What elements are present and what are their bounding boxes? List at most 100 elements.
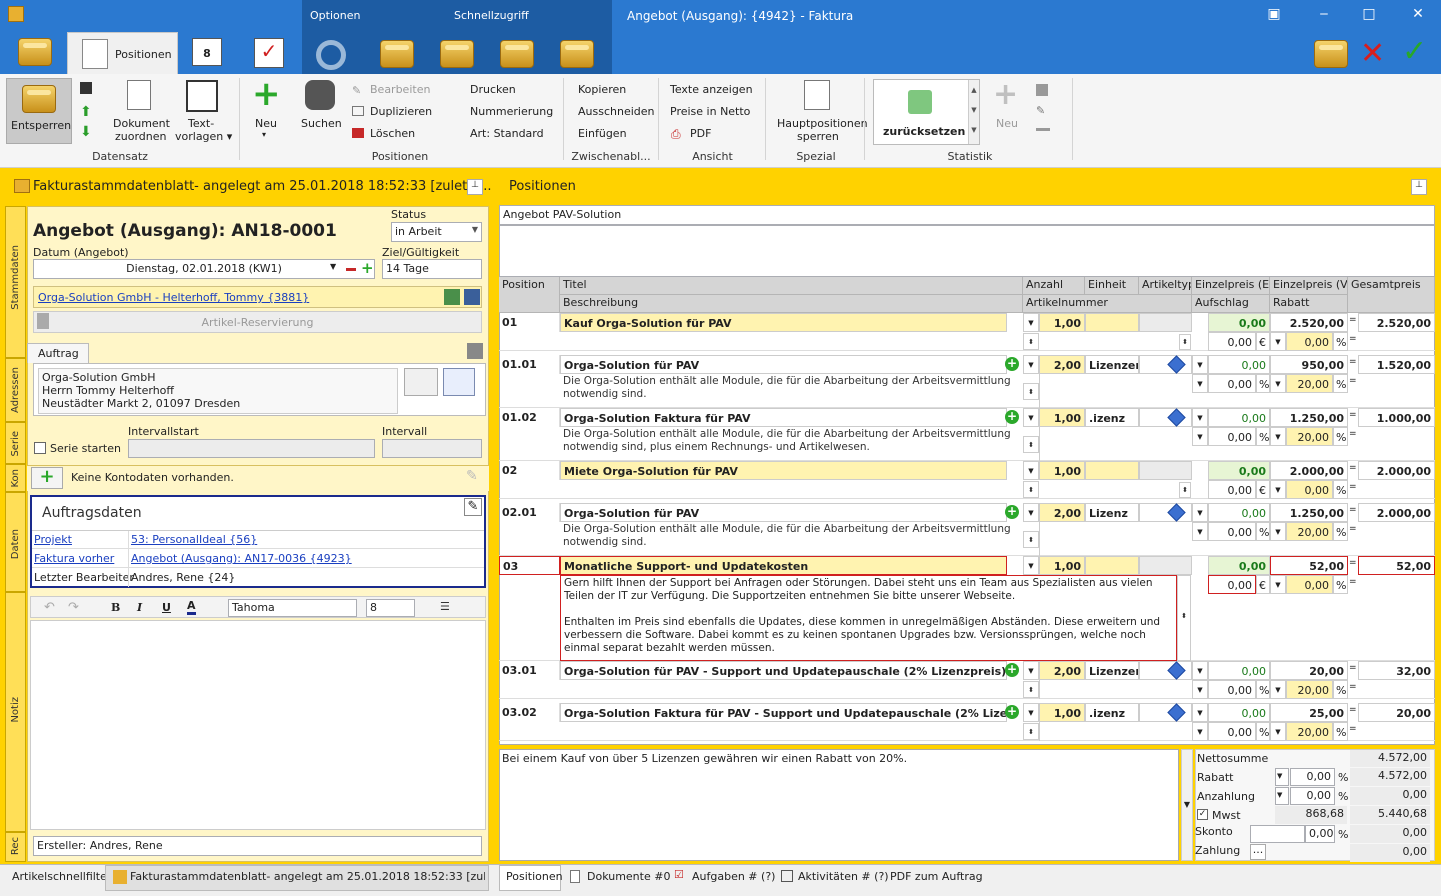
doc-assign-label-1[interactable]: Dokument — [113, 117, 170, 130]
bold-icon[interactable]: B — [111, 601, 120, 614]
tab-positions-bottom-label[interactable]: Positionen — [506, 870, 563, 883]
status-select[interactable]: in Arbeit ▼ — [391, 222, 482, 242]
unit-input[interactable] — [1085, 313, 1139, 332]
edit-position-label[interactable]: Bearbeiten — [370, 83, 430, 96]
add-sub-icon[interactable]: + — [1005, 357, 1019, 371]
position-description[interactable]: Gern hilft Ihnen der Support bei Anfrage… — [560, 575, 1177, 661]
interval-input[interactable] — [382, 439, 482, 458]
position-row[interactable]: 02.01 Orga-Solution für PAV + ▼ 2,00 Lizenz ▼ 0… — [499, 503, 1435, 556]
lock-positions-icon[interactable] — [804, 80, 830, 110]
price-ek-input[interactable]: 0,00 — [1208, 661, 1270, 680]
series-checkbox[interactable] — [34, 442, 46, 454]
col-position[interactable]: Position — [499, 277, 560, 313]
plus-icon[interactable]: + — [252, 77, 282, 111]
save-small-icon[interactable] — [1036, 84, 1048, 96]
underline-icon[interactable]: U — [162, 601, 171, 614]
position-description[interactable] — [560, 480, 1023, 499]
article-number-cell[interactable] — [1039, 374, 1192, 408]
subject-field[interactable]: Angebot PAV-Solution — [499, 205, 1435, 225]
vtab-rec[interactable]: Rec — [5, 832, 26, 862]
price-vk-input[interactable]: 1.250,00 — [1270, 503, 1348, 522]
interval-start-input[interactable] — [128, 439, 375, 458]
position-description[interactable]: Die Orga-Solution enthält alle Module, d… — [560, 427, 1023, 461]
note-editor[interactable] — [30, 620, 486, 830]
date-dropdown-icon[interactable]: ▼ — [330, 262, 336, 271]
description-dropdown[interactable]: ⬍ — [1023, 382, 1039, 400]
surcharge-spin[interactable]: ⬍ — [1179, 482, 1191, 498]
col-surcharge[interactable]: Aufschlag — [1192, 295, 1270, 313]
unit-input[interactable] — [1085, 461, 1139, 480]
lock-main-label-1[interactable]: Hauptpositionen — [777, 117, 868, 130]
add-sub-icon[interactable]: + — [1005, 705, 1019, 719]
coins-export-icon[interactable] — [380, 40, 414, 68]
close-window-button[interactable]: ✕ — [1408, 6, 1428, 22]
surcharge-input[interactable]: 0,00 — [1208, 722, 1256, 741]
position-title[interactable]: Orga-Solution für PAV — [560, 355, 1007, 374]
article-number-cell[interactable] — [1039, 722, 1192, 741]
payment-button[interactable]: ... — [1250, 844, 1266, 860]
coins-tab-icon[interactable] — [18, 38, 52, 66]
description-dropdown[interactable]: ⬍ — [1177, 575, 1191, 661]
pin-right-icon[interactable]: ⊥ — [1411, 179, 1427, 195]
tab-optionen[interactable]: Optionen — [310, 9, 360, 22]
checklist-tab-icon[interactable]: ✓ — [254, 38, 284, 68]
order-row-label[interactable]: Faktura vorher — [34, 552, 114, 565]
quantity-input[interactable]: 2,00 — [1039, 355, 1085, 374]
col-total[interactable]: Gesamtpreis — [1348, 277, 1435, 313]
maximize-button[interactable]: □ — [1359, 6, 1379, 22]
tab-documents[interactable]: Dokumente #0 — [587, 870, 670, 883]
unit-input[interactable]: Lizenzen — [1085, 355, 1139, 374]
vtab-notiz[interactable]: Notiz — [5, 592, 26, 832]
validity-input[interactable]: 14 Tage — [382, 259, 482, 279]
discount-dropdown[interactable]: ▼ — [1270, 722, 1286, 741]
cancel-icon[interactable]: ✕ — [1360, 36, 1385, 71]
surcharge-dropdown[interactable]: ▼ — [1192, 722, 1208, 741]
ek-dropdown[interactable]: ▼ — [1192, 408, 1208, 427]
new-position-label[interactable]: Neu — [255, 117, 277, 130]
type-label[interactable]: Art: Standard — [470, 127, 544, 140]
position-title[interactable]: Monatliche Support- und Updatekosten — [560, 556, 1007, 575]
add-account-button[interactable]: + — [31, 467, 63, 489]
discount-input[interactable]: 20,00 — [1286, 722, 1333, 741]
lock-small-icon[interactable] — [467, 343, 483, 359]
position-title[interactable]: Orga-Solution für PAV - Support und Upda… — [560, 661, 1007, 680]
redo-icon[interactable]: ↷ — [68, 600, 79, 615]
arrow-down-icon[interactable]: ⬇ — [80, 124, 92, 140]
font-family-select[interactable]: Tahoma — [228, 599, 357, 617]
quantity-input[interactable]: 2,00 — [1039, 503, 1085, 522]
address-card-icon[interactable] — [443, 368, 475, 396]
surcharge-input[interactable]: 0,00 — [1208, 332, 1256, 351]
gear-icon[interactable] — [316, 40, 346, 70]
font-size-select[interactable]: 8 — [366, 599, 415, 617]
discount-input[interactable]: 20,00 — [1286, 522, 1333, 541]
ek-dropdown[interactable]: ▼ — [1192, 661, 1208, 680]
add-sub-icon[interactable]: + — [1005, 663, 1019, 677]
price-ek-input[interactable]: 0,00 — [1208, 408, 1270, 427]
position-title[interactable]: Orga-Solution Faktura für PAV — [560, 408, 1007, 427]
col-title[interactable]: Titel — [560, 277, 1023, 295]
description-dropdown[interactable]: ⬍ — [1023, 681, 1039, 698]
pdf-label[interactable]: PDF — [690, 127, 711, 140]
discount-dropdown[interactable]: ▼ — [1270, 332, 1286, 351]
surcharge-dropdown[interactable]: ▼ — [1192, 680, 1208, 699]
price-vk-input[interactable]: 2.520,00 — [1270, 313, 1348, 332]
text-templates-label-2[interactable]: vorlagen ▾ — [175, 130, 232, 143]
text-templates-icon[interactable] — [186, 80, 218, 112]
position-row[interactable]: 02 Miete Orga-Solution für PAV ▼ 1,00 0,00 2.… — [499, 461, 1435, 499]
discount-type-dropdown[interactable]: ▼ — [1275, 768, 1289, 786]
price-vk-input[interactable]: 2.000,00 — [1270, 461, 1348, 480]
description-dropdown[interactable]: ⬍ — [1023, 481, 1039, 498]
position-title[interactable]: Orga-Solution für PAV — [560, 503, 1007, 522]
price-ek-input[interactable]: 0,00 — [1208, 703, 1270, 722]
price-ek-input[interactable]: 0,00 — [1208, 461, 1270, 480]
unit-input[interactable]: .izenz — [1085, 703, 1139, 722]
search-label[interactable]: Suchen — [301, 117, 342, 130]
delete-label[interactable]: Löschen — [370, 127, 415, 140]
article-number-cell[interactable] — [1039, 522, 1192, 556]
price-vk-input[interactable]: 25,00 — [1270, 703, 1348, 722]
description-dropdown[interactable]: ⬍ — [1023, 435, 1039, 453]
tab-masterdata-sheet-label[interactable]: Fakturastammdatenblatt- angelegt am 25.0… — [130, 870, 485, 883]
position-row[interactable]: 01.01 Orga-Solution für PAV + ▼ 2,00 Lizenzen… — [499, 355, 1435, 408]
col-unit[interactable]: Einheit — [1085, 277, 1139, 295]
duplicate-label[interactable]: Duplizieren — [370, 105, 432, 118]
